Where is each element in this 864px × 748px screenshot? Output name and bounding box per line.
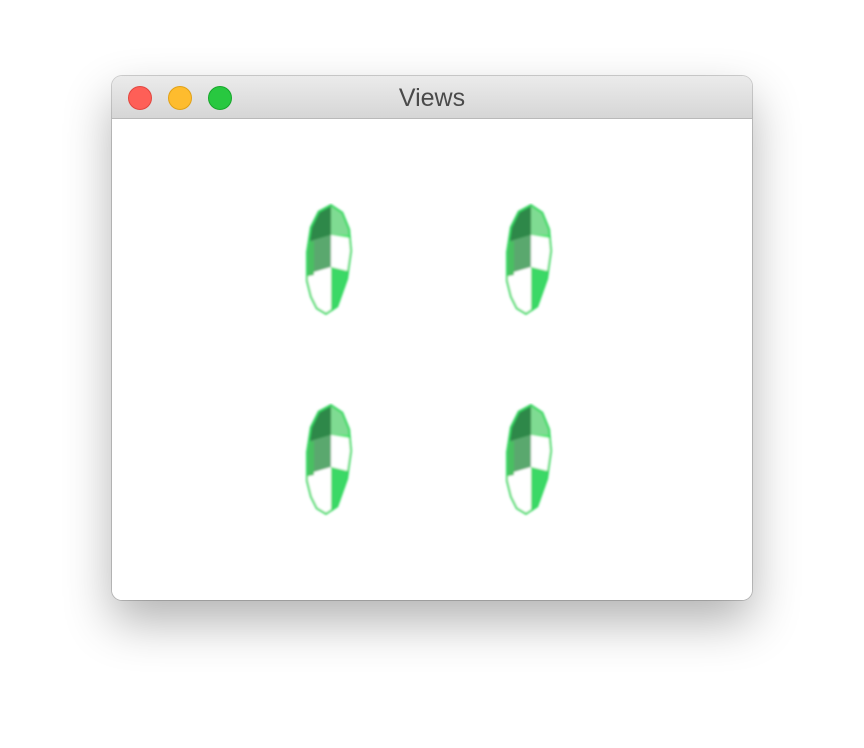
gem-icon bbox=[476, 403, 586, 519]
view-top-right bbox=[476, 203, 586, 319]
views-canvas bbox=[112, 119, 752, 600]
app-window: Views bbox=[112, 76, 752, 600]
gem-icon bbox=[276, 203, 386, 319]
gem-icon bbox=[276, 403, 386, 519]
title-bar[interactable]: Views bbox=[112, 76, 752, 119]
view-bottom-left bbox=[276, 403, 386, 519]
window-title: Views bbox=[398, 84, 466, 112]
gem-icon bbox=[476, 203, 586, 319]
view-top-left bbox=[276, 203, 386, 319]
view-bottom-right bbox=[476, 403, 586, 519]
